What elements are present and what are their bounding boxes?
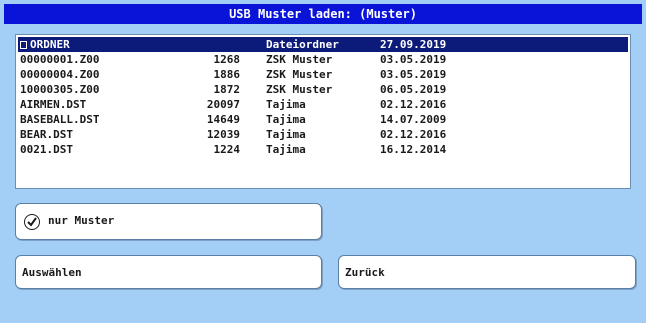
list-item[interactable]: AIRMEN.DST 20097 Tajima 02.12.2016	[18, 97, 628, 112]
file-date: 02.12.2016	[380, 128, 447, 141]
checkmark-icon	[24, 214, 40, 230]
file-size: 14649	[206, 113, 240, 126]
file-type: Tajima	[266, 143, 306, 156]
list-item[interactable]: BASEBALL.DST 14649 Tajima 14.07.2009	[18, 112, 628, 127]
file-name: 00000004.Z00	[20, 68, 100, 81]
list-item[interactable]: BEAR.DST 12039 Tajima 02.12.2016	[18, 127, 628, 142]
file-type: Tajima	[266, 113, 306, 126]
file-date: 16.12.2014	[380, 143, 447, 156]
file-type: Tajima	[266, 98, 306, 111]
list-item[interactable]: 00000004.Z00 1886 ZSK Muster 03.05.2019	[18, 67, 628, 82]
file-size: 1268	[213, 53, 241, 66]
file-size: 1886	[213, 68, 241, 81]
window-title: USB Muster laden: (Muster)	[4, 4, 642, 24]
list-item[interactable]: 10000305.Z00 1872 ZSK Muster 06.05.2019	[18, 82, 628, 97]
file-type: ZSK Muster	[266, 53, 333, 66]
file-name: 0021.DST	[20, 143, 73, 156]
filter-checkbox[interactable]: nur Muster	[15, 203, 322, 240]
list-item[interactable]: 0021.DST 1224 Tajima 16.12.2014	[18, 142, 628, 157]
file-type: Dateiordner	[266, 38, 339, 51]
file-date: 14.07.2009	[380, 113, 447, 126]
file-name: 10000305.Z00	[20, 83, 100, 96]
file-date: 06.05.2019	[380, 83, 447, 96]
back-button[interactable]: Zurück	[338, 255, 636, 289]
file-date: 27.09.2019	[380, 38, 447, 51]
file-name: BEAR.DST	[20, 128, 73, 141]
file-size: 20097	[206, 98, 240, 111]
file-size: 12039	[206, 128, 240, 141]
file-list[interactable]: ORDNER Dateiordner 27.09.2019 00000001.Z…	[15, 34, 631, 189]
back-button-label: Zurück	[345, 266, 385, 279]
filter-checkbox-label: nur Muster	[48, 214, 115, 227]
file-size: 1224	[213, 143, 241, 156]
file-name-cell: ORDNER	[20, 37, 70, 52]
list-item[interactable]: 00000001.Z00 1268 ZSK Muster 03.05.2019	[18, 52, 628, 67]
file-type: Tajima	[266, 128, 306, 141]
file-name: ORDNER	[30, 38, 70, 51]
select-button[interactable]: Auswählen	[15, 255, 322, 289]
file-name: BASEBALL.DST	[20, 113, 100, 126]
file-type: ZSK Muster	[266, 83, 333, 96]
select-button-label: Auswählen	[22, 266, 82, 279]
file-type: ZSK Muster	[266, 68, 333, 81]
file-size: 1872	[213, 83, 241, 96]
file-date: 03.05.2019	[380, 68, 447, 81]
file-date: 02.12.2016	[380, 98, 447, 111]
file-name: 00000001.Z00	[20, 53, 100, 66]
file-date: 03.05.2019	[380, 53, 447, 66]
folder-icon	[20, 41, 27, 49]
list-item-folder[interactable]: ORDNER Dateiordner 27.09.2019	[18, 37, 628, 52]
file-name: AIRMEN.DST	[20, 98, 87, 111]
